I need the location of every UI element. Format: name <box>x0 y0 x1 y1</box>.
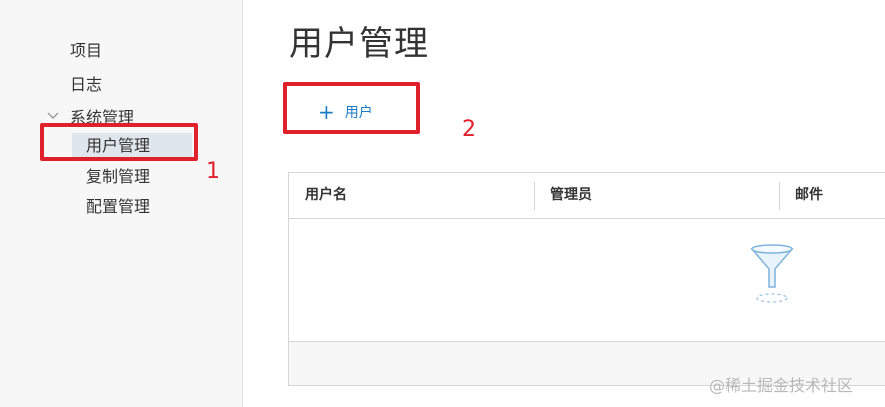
sidebar-item-replication-management[interactable]: 复制管理 <box>72 164 192 190</box>
sidebar: 项目 日志 系统管理 用户管理 复制管理 配置管理 <box>0 0 243 407</box>
column-header-admin[interactable]: 管理员 <box>534 173 779 219</box>
funnel-icon <box>750 244 794 303</box>
watermark: @稀土掘金技术社区 <box>709 376 854 395</box>
app-window: 项目 日志 系统管理 用户管理 复制管理 配置管理 用户管理 + 用户 用户名 … <box>0 0 885 407</box>
annotation-number-2: 2 <box>462 117 476 142</box>
chevron-down-icon <box>47 112 59 119</box>
annotation-number-1: 1 <box>206 159 220 184</box>
annotation-box-1 <box>40 123 198 161</box>
table-header: 用户名 管理员 邮件 <box>289 173 885 219</box>
column-header-email[interactable]: 邮件 <box>779 173 885 219</box>
column-header-username[interactable]: 用户名 <box>289 173 534 219</box>
sidebar-item-logs[interactable]: 日志 <box>70 71 102 95</box>
table-body-empty <box>289 219 885 341</box>
sidebar-item-projects[interactable]: 项目 <box>70 37 102 61</box>
annotation-box-2 <box>283 82 420 134</box>
user-table: 用户名 管理员 邮件 <box>288 172 885 386</box>
sidebar-item-configuration-management[interactable]: 配置管理 <box>72 194 192 220</box>
page-title: 用户管理 <box>289 24 429 64</box>
